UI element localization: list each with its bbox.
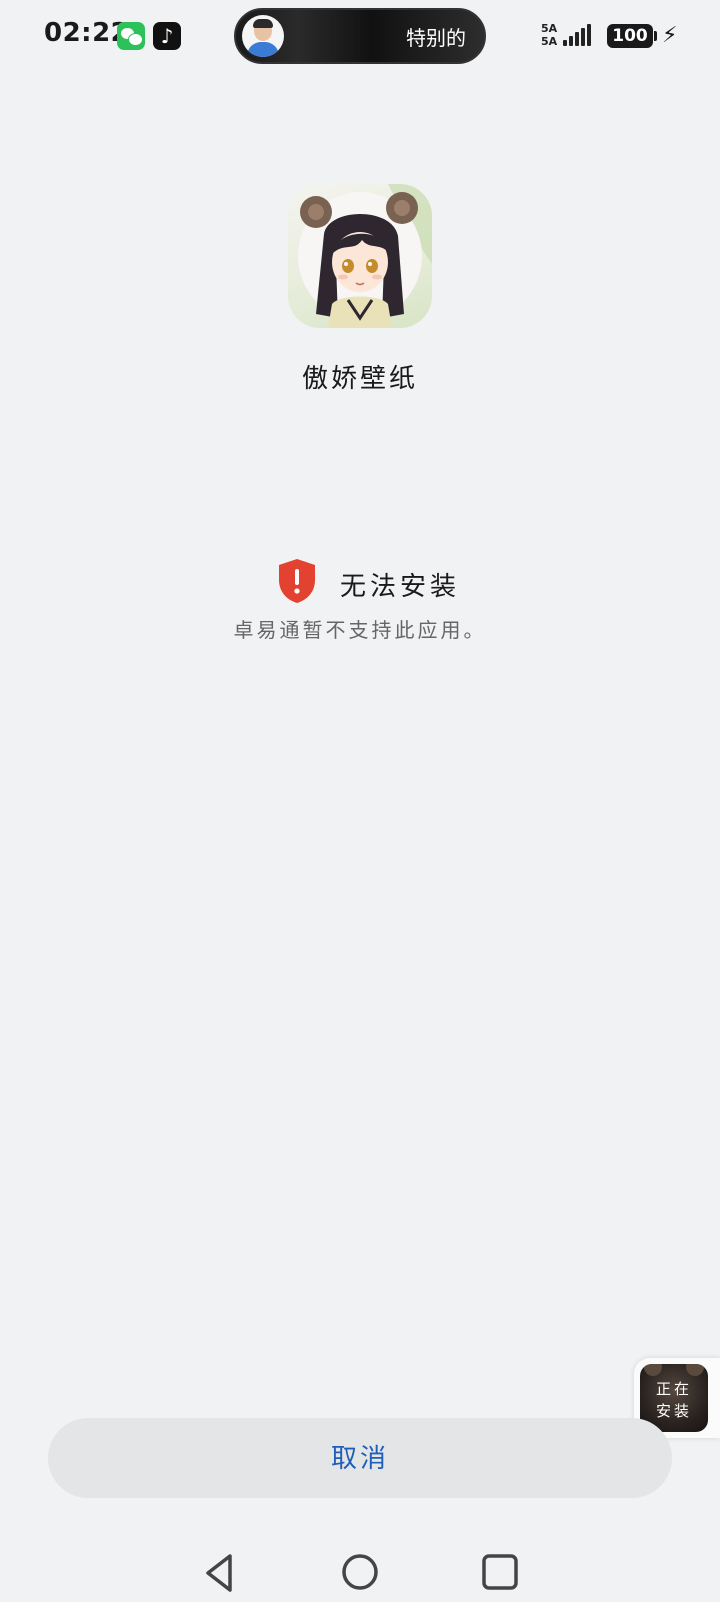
- network-label-2: 5A: [541, 35, 558, 48]
- floating-label-line1: 正在: [655, 1380, 692, 1398]
- error-title: 无法安装: [340, 572, 461, 602]
- island-text: 特别的: [406, 26, 466, 50]
- network-label-1: 5A: [541, 22, 558, 35]
- wechat-icon: [117, 22, 145, 50]
- floating-label-line2: 安装: [655, 1402, 692, 1420]
- avatar: [242, 15, 284, 57]
- app-name: 傲娇壁纸: [301, 364, 418, 394]
- signal-icon: 5A 5A: [541, 22, 599, 50]
- error-row: 无法安装: [0, 558, 720, 608]
- battery-tip: [654, 31, 657, 41]
- install-screen: 02:22 ♪ 特别的 5A 5A 100 ⚡ 傲娇壁纸 无法安装 卓易通暂不支…: [0, 0, 720, 1602]
- app-icon-illustration: [298, 184, 432, 328]
- navigation-bar: [0, 1540, 720, 1602]
- anime-girl-app-icon: [288, 184, 432, 328]
- cancel-button[interactable]: 取消: [48, 1418, 672, 1498]
- dynamic-island[interactable]: 特别的: [234, 8, 486, 64]
- shield-warning-icon: [279, 559, 315, 603]
- status-bar: 02:22 ♪ 特别的 5A 5A 100 ⚡: [0, 0, 720, 72]
- tiktok-icon: ♪: [153, 22, 181, 50]
- charging-bolt-icon: ⚡: [662, 23, 678, 48]
- error-description: 卓易通暂不支持此应用。: [233, 618, 487, 642]
- battery-icon: 100: [607, 24, 653, 48]
- home-icon[interactable]: [340, 1552, 380, 1592]
- recents-icon[interactable]: [480, 1552, 520, 1592]
- back-icon[interactable]: [200, 1552, 240, 1594]
